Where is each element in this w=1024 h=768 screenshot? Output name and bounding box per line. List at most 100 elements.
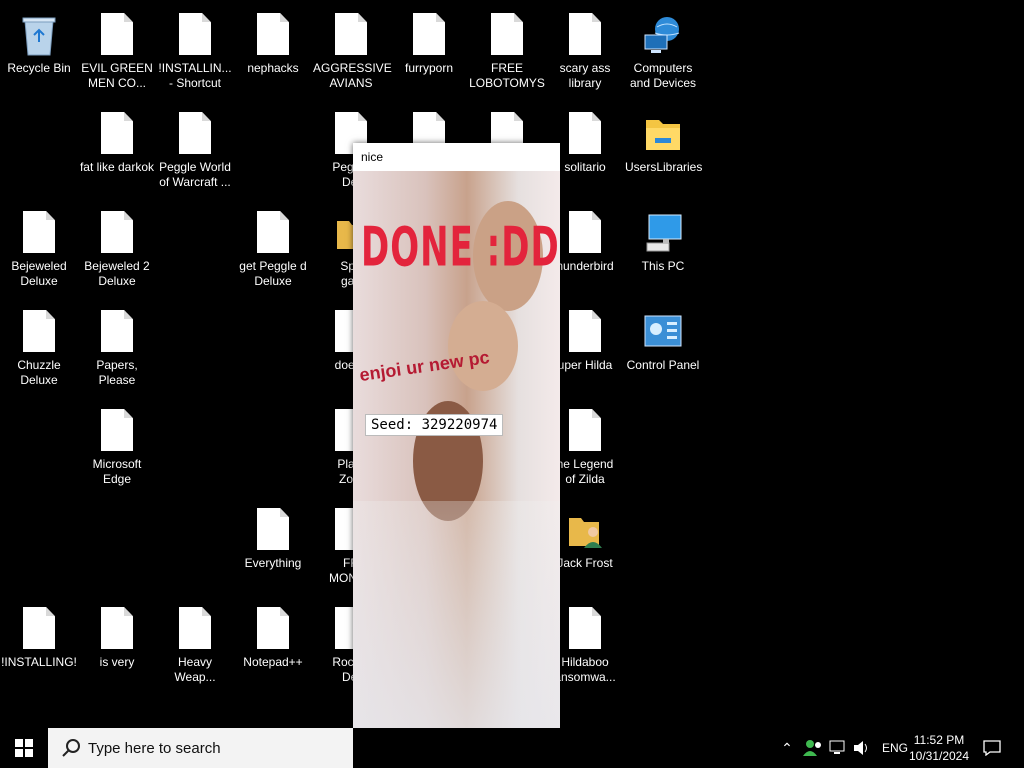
icon-label: Notepad++ (243, 655, 303, 669)
recycle-bin-icon (19, 13, 59, 57)
taskbar-clock[interactable]: 11:52 PM 10/31/2024 (904, 732, 974, 764)
icon-label: AGGRESSIVE AVIANS (313, 61, 392, 90)
popup-titlebar[interactable]: nice (353, 143, 560, 171)
file-icon (569, 13, 601, 55)
file-icon (569, 607, 601, 649)
desktop-icon-recycle-bin[interactable]: Recycle Bin (0, 5, 78, 101)
desktop-icon-file[interactable]: nephacks (234, 5, 312, 101)
taskbar-search-box[interactable]: Type here to search (48, 728, 353, 768)
desktop-icon-file[interactable]: Heavy Weap... (156, 599, 234, 695)
icon-label: FREE LOBOTOMYS (469, 61, 545, 90)
seed-label: Seed: 329220974 (365, 414, 504, 436)
file-icon (179, 607, 211, 649)
desktop-icon-file[interactable]: !INSTALLING! (0, 599, 78, 695)
globe-icon (643, 13, 683, 57)
icon-label: get Peggle d Deluxe (239, 259, 307, 288)
icon-label: Bejeweled Deluxe (11, 259, 67, 288)
icon-label: Recycle Bin (7, 61, 71, 75)
file-icon (179, 112, 211, 154)
icon-label: Chuzzle Deluxe (17, 358, 61, 387)
icon-label: furryporn (404, 61, 454, 75)
popup-title: nice (361, 150, 384, 164)
desktop-icon-file[interactable]: AGGRESSIVE AVIANS (312, 5, 392, 101)
desktop-icon-file[interactable]: scary ass library (546, 5, 624, 101)
desktop-icon-file[interactable]: EVIL GREEN MEN CO... (78, 5, 156, 101)
folder-icon (643, 112, 683, 156)
user-icon (565, 508, 605, 552)
desktop-icon-file[interactable]: Chuzzle Deluxe (0, 302, 78, 398)
network-icon[interactable] (828, 739, 848, 757)
search-icon (62, 739, 80, 757)
notification-icon (983, 740, 1001, 756)
icon-label: scary ass library (559, 61, 611, 90)
person-shape (448, 301, 518, 391)
file-icon (257, 211, 289, 253)
icon-label: Papers, Please (96, 358, 138, 387)
icon-label: fat like darkok (79, 160, 155, 174)
desktop-icon-file[interactable]: Bejeweled 2 Deluxe (78, 203, 156, 299)
nice-popup-window[interactable]: nice DONE :DDDD enjoi ur new pc Seed: 32… (353, 143, 560, 768)
system-tray: ⌃ ENG (778, 728, 908, 768)
file-icon (101, 13, 133, 55)
file-icon (101, 607, 133, 649)
file-icon (569, 211, 601, 253)
desktop-icon-file[interactable]: FREE LOBOTOMYS (468, 5, 546, 101)
icon-label: !INSTALLING! (1, 655, 77, 669)
file-icon (413, 13, 445, 55)
file-icon (569, 310, 601, 352)
file-icon (101, 211, 133, 253)
desktop-icon-file[interactable]: Notepad++ (234, 599, 312, 695)
start-button[interactable] (0, 728, 48, 768)
icon-label: Peggle World of Warcraft ... (159, 160, 231, 189)
desktop-icon-file[interactable]: get Peggle d Deluxe (234, 203, 312, 299)
file-icon (569, 112, 601, 154)
popup-image: DONE :DDDD enjoi ur new pc Seed: 3292209… (353, 171, 560, 768)
file-icon (335, 13, 367, 55)
clock-date: 10/31/2024 (908, 749, 970, 763)
search-placeholder: Type here to search (88, 739, 221, 757)
file-icon (101, 409, 133, 451)
icon-label: Everything (244, 556, 302, 570)
file-icon (101, 310, 133, 352)
desktop-icon-computers-devices[interactable]: Computers and Devices (624, 5, 702, 101)
icon-label: This PC (641, 259, 685, 273)
icon-label: Microsoft Edge (92, 457, 142, 486)
computer-icon (643, 211, 683, 255)
desktop-icon-file[interactable]: Everything (234, 500, 312, 596)
desktop-icon-file[interactable]: fat like darkok (78, 104, 156, 200)
file-icon (179, 13, 211, 55)
icon-label: Bejeweled 2 Deluxe (84, 259, 150, 288)
desktop-icon-file[interactable]: Papers, Please (78, 302, 156, 398)
desktop-icon-file[interactable]: is very (78, 599, 156, 695)
icon-label: Computers and Devices (629, 61, 697, 90)
desktop-icon-file[interactable]: !INSTALLIN... - Shortcut (156, 5, 234, 101)
clock-time: 11:52 PM (913, 733, 965, 747)
file-icon (569, 409, 601, 451)
icon-label: nephacks (247, 61, 299, 75)
icon-label: is very (99, 655, 135, 669)
file-icon (23, 607, 55, 649)
taskbar: Type here to search ⌃ ENG 11:52 PM 10/31… (0, 728, 1024, 768)
desktop-icon-file[interactable]: Bejeweled Deluxe (0, 203, 78, 299)
people-icon[interactable] (802, 739, 824, 757)
notification-button[interactable] (980, 728, 1004, 768)
icon-label: !INSTALLIN... - Shortcut (158, 61, 232, 90)
file-icon (257, 508, 289, 550)
file-icon (101, 112, 133, 154)
windows-logo-icon (15, 739, 33, 757)
icon-label: UsersLibraries (625, 160, 703, 174)
desktop-icon-control-panel[interactable]: Control Panel (624, 302, 702, 398)
desktop-icon-users-libraries[interactable]: UsersLibraries (624, 104, 702, 200)
desktop-icon-file[interactable]: Peggle World of Warcraft ... (156, 104, 234, 200)
control-panel-icon (643, 310, 683, 354)
chevron-up-icon[interactable]: ⌃ (778, 740, 796, 757)
desktop-icon-file[interactable]: furryporn (390, 5, 468, 101)
icon-label: Heavy Weap... (174, 655, 216, 684)
icon-label: EVIL GREEN MEN CO... (81, 61, 153, 90)
desktop-icon-file[interactable]: Microsoft Edge (78, 401, 156, 497)
file-icon (23, 310, 55, 352)
desktop-icon-this-pc[interactable]: This PC (624, 203, 702, 299)
icon-label: Control Panel (626, 358, 700, 372)
file-icon (257, 607, 289, 649)
volume-icon[interactable] (852, 739, 872, 757)
